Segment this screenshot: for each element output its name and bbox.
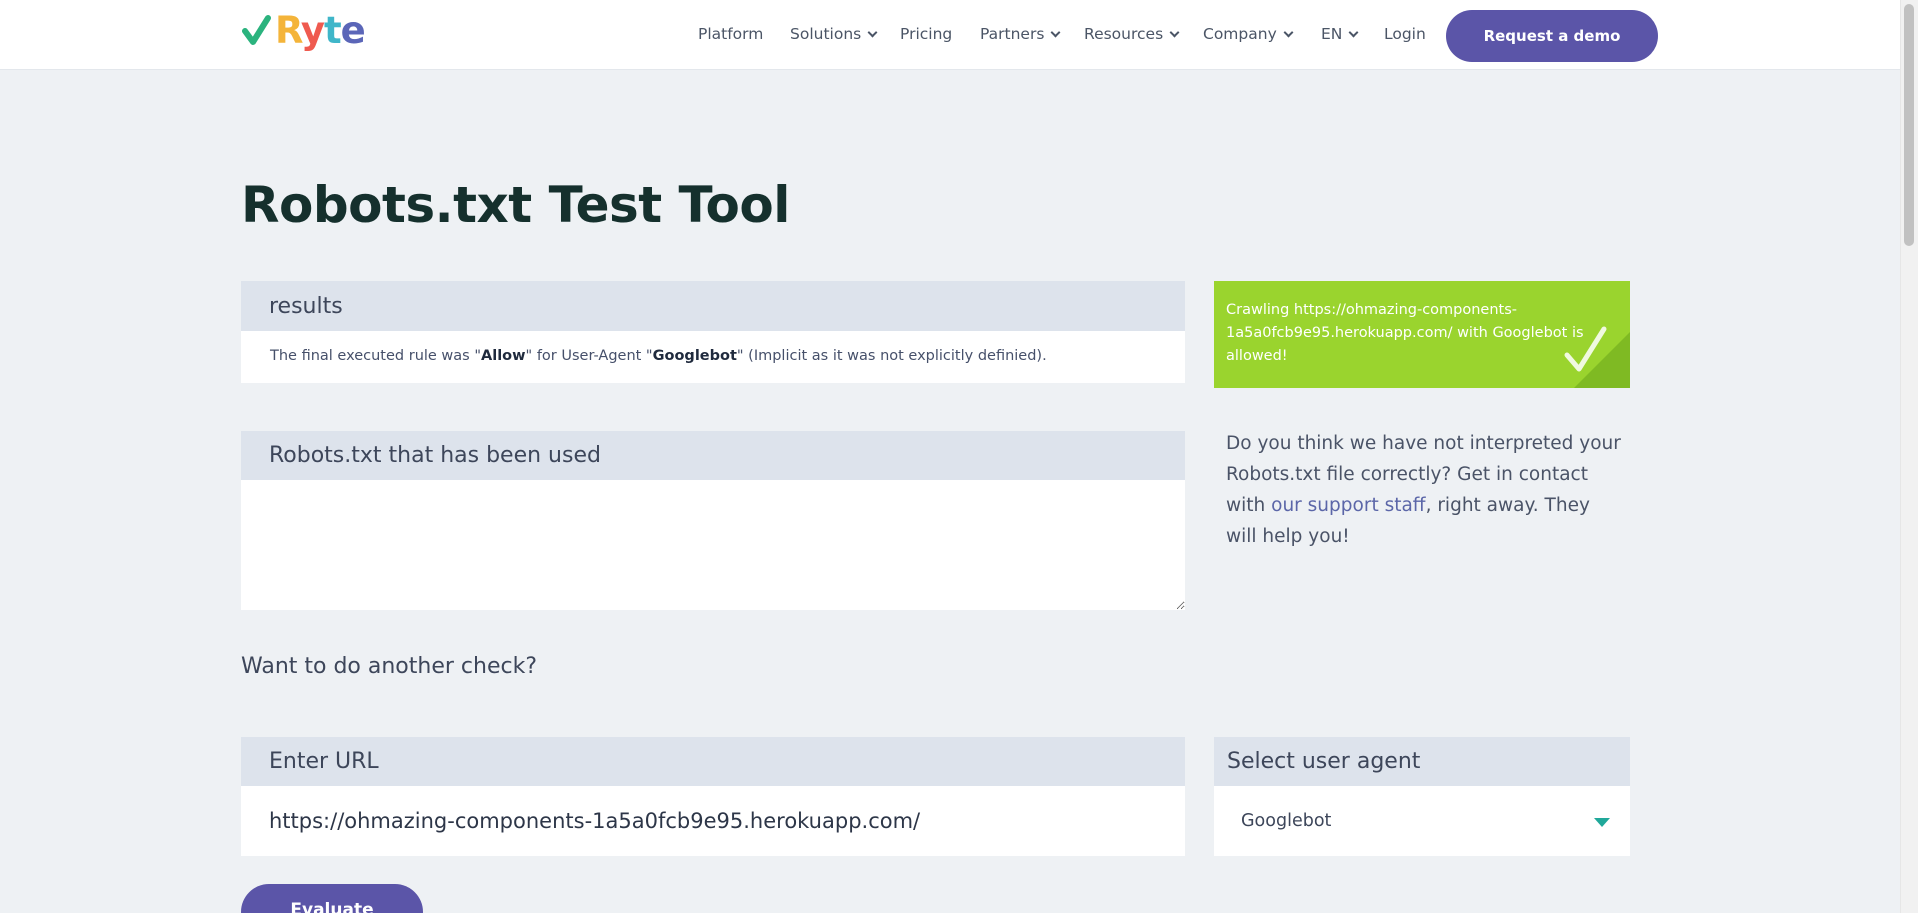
nav-login[interactable]: Login	[1384, 22, 1426, 46]
page-title: Robots.txt Test Tool	[241, 176, 790, 234]
nav-label: Company	[1203, 25, 1277, 43]
logo-check-icon	[242, 15, 271, 45]
nav-label: Solutions	[790, 25, 862, 43]
nav-label: Platform	[698, 25, 764, 43]
crawl-status-box: Crawling https://ohmazing-components-1a5…	[1214, 281, 1630, 388]
ryte-logo[interactable]: Ryte	[242, 8, 366, 52]
nav-language[interactable]: EN	[1321, 22, 1359, 46]
nav-pricing[interactable]: Pricing	[900, 22, 952, 46]
url-input[interactable]	[241, 786, 1185, 856]
nav-label: Resources	[1084, 25, 1164, 43]
nav-company[interactable]: Company	[1203, 22, 1294, 46]
user-agent-select[interactable]: Googlebot	[1214, 786, 1630, 856]
nav-label: Partners	[980, 25, 1045, 43]
evaluate-button[interactable]: Evaluate	[241, 884, 423, 913]
nav-partners[interactable]: Partners	[980, 22, 1061, 46]
robots-used-heading: Robots.txt that has been used	[241, 431, 1185, 480]
results-text-part: The final executed rule was "	[270, 348, 482, 364]
nav-label: EN	[1321, 25, 1343, 43]
page-scrollbar-thumb[interactable]	[1904, 4, 1914, 246]
chevron-down-icon	[1348, 27, 1359, 37]
support-staff-link[interactable]: our support staff	[1271, 495, 1425, 516]
chevron-down-icon	[1050, 27, 1061, 37]
nav-label: Login	[1384, 25, 1426, 43]
request-demo-button[interactable]: Request a demo	[1446, 10, 1658, 62]
user-agent-selected-value: Googlebot	[1241, 811, 1332, 831]
results-text-part: " (Implicit as it was not explicitly def…	[736, 348, 1047, 364]
another-check-heading: Want to do another check?	[241, 654, 538, 679]
executed-rule: Allow	[481, 348, 526, 364]
support-help-text: Do you think we have not interpreted you…	[1226, 428, 1626, 552]
results-text: The final executed rule was "Allow" for …	[270, 348, 1047, 364]
executed-user-agent: Googlebot	[652, 348, 737, 364]
caret-down-icon	[1594, 818, 1610, 827]
results-text-part: " for User-Agent "	[525, 348, 653, 364]
nav-solutions[interactable]: Solutions	[790, 22, 878, 46]
crawl-status-message: Crawling https://ohmazing-components-1a5…	[1226, 302, 1584, 364]
results-heading: results	[241, 281, 1185, 331]
url-field-label: Enter URL	[241, 737, 1185, 786]
nav-label: Pricing	[900, 25, 953, 43]
user-agent-label: Select user agent	[1214, 737, 1630, 786]
chevron-down-icon	[867, 27, 878, 37]
logo-wordmark: Ryte	[275, 8, 366, 52]
nav-resources[interactable]: Resources	[1084, 22, 1180, 46]
nav-platform[interactable]: Platform	[698, 22, 763, 46]
robots-txt-content-area[interactable]	[241, 480, 1185, 610]
top-navigation-bar: Ryte Platform Solutions Pricing Partners…	[0, 0, 1900, 70]
chevron-down-icon	[1283, 27, 1294, 37]
chevron-down-icon	[1169, 27, 1180, 37]
